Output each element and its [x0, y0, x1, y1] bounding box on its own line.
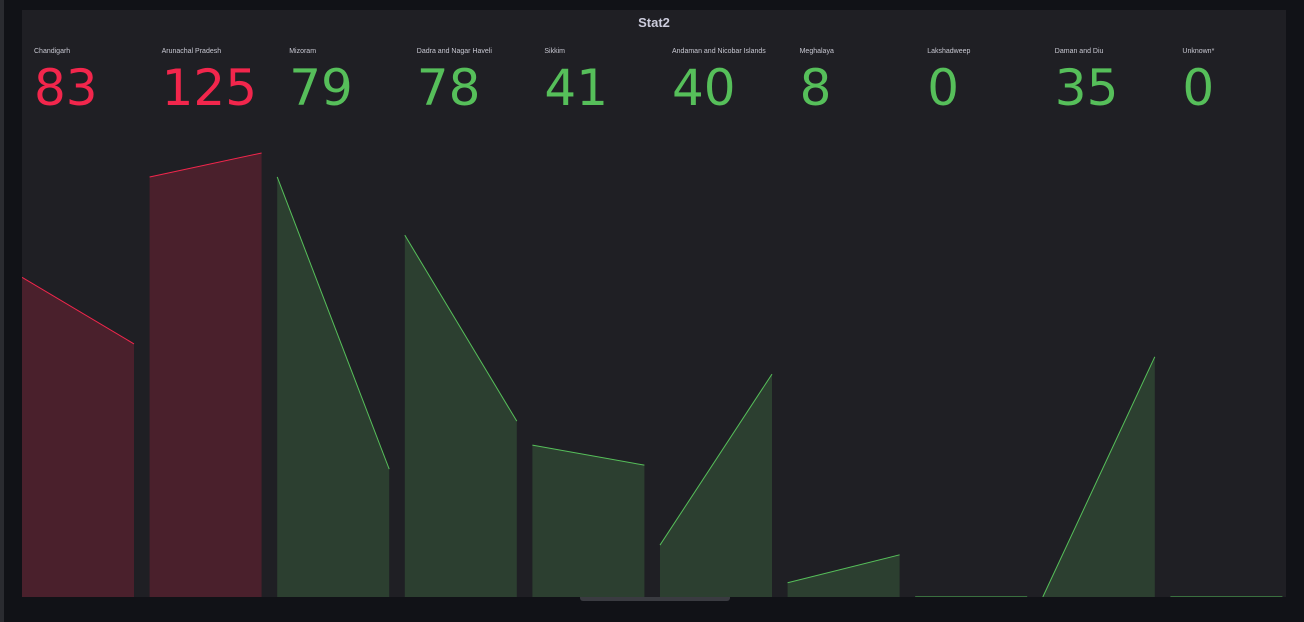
sparkline-area: [532, 445, 645, 597]
stat-value: 78: [416, 59, 481, 117]
sparkline-area: [149, 153, 262, 597]
stat-value: 0: [927, 59, 959, 117]
sparkline-area: [404, 235, 517, 597]
panel-resize-handle[interactable]: [580, 597, 730, 601]
stat-panel[interactable]: Stat2 Chandigarh 83 Arunachal Pradesh 125 Mi…: [22, 10, 1286, 597]
stat-value: 125: [161, 59, 258, 117]
stat-value: 35: [1054, 59, 1119, 117]
stat-value: 0: [1182, 59, 1215, 117]
window-edge: [0, 0, 4, 622]
stat-value: 41: [544, 59, 609, 117]
stat-label: Andaman and Nicobar Islands: [672, 48, 766, 55]
sparkline-area: [22, 277, 134, 597]
stat-label: Sikkim: [544, 48, 566, 55]
stat-value: 8: [799, 59, 832, 117]
stat-value: 83: [34, 59, 98, 117]
stat-label: Lakshadweep: [927, 48, 971, 55]
stat-label: Chandigarh: [34, 48, 71, 55]
sparkline-area: [277, 176, 390, 597]
stat-label: Daman and Diu: [1054, 48, 1104, 55]
sparkline-area: [660, 374, 772, 597]
sparkline-area: [787, 554, 900, 597]
stat-value: 79: [289, 59, 353, 117]
stat-label: Dadra and Nagar Haveli: [416, 48, 492, 55]
stat-label: Mizoram: [289, 48, 317, 55]
stat-label: Meghalaya: [799, 48, 834, 55]
stat-label: Arunachal Pradesh: [161, 48, 222, 55]
stat-label: Unknown*: [1182, 48, 1215, 55]
stat-value: 40: [672, 59, 736, 117]
